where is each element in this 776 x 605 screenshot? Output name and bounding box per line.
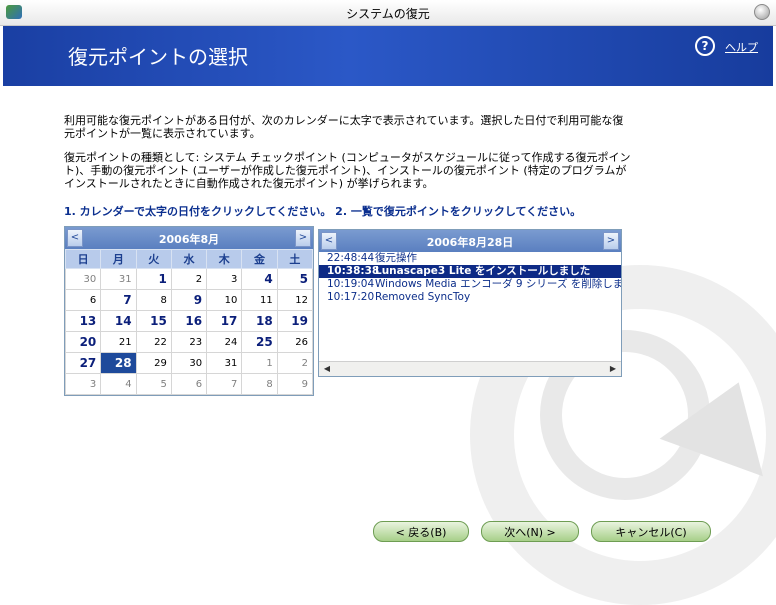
restore-point-item[interactable]: 22:48:44復元操作	[319, 252, 621, 265]
calendar-weekday-header: 月	[100, 249, 137, 269]
description-paragraph-2: 復元ポイントの種類として: システム チェックポイント (コンピュータがスケジュ…	[64, 151, 631, 190]
scroll-left-icon[interactable]: ◀	[321, 363, 333, 375]
calendar-day[interactable]: 4	[241, 268, 278, 290]
calendar-month-label: 2006年8月	[158, 233, 220, 246]
calendar-week-row: 3456789	[64, 373, 314, 395]
calendar-day[interactable]: 31	[100, 268, 137, 290]
window-title: システムの復元	[346, 7, 430, 21]
calendar-day[interactable]: 29	[135, 352, 172, 374]
calendar-day[interactable]: 30	[64, 268, 102, 290]
calendar-day[interactable]: 30	[170, 352, 208, 374]
calendar-day[interactable]: 4	[100, 373, 137, 395]
calendar-day[interactable]: 6	[64, 289, 102, 311]
calendar-day[interactable]: 9	[170, 289, 208, 311]
calendar-day[interactable]: 22	[135, 331, 172, 353]
help-link[interactable]: ヘルプ	[725, 39, 758, 55]
restore-list-next-day-button[interactable]: >	[603, 232, 619, 250]
restore-point-description: Lunascape3 Lite をインストールしました	[375, 265, 591, 277]
close-icon[interactable]	[754, 4, 770, 20]
restore-list-rows: 22:48:44復元操作 10:38:38Lunascape3 Lite をインス…	[319, 252, 621, 304]
calendar-weekday-header: 日	[64, 249, 102, 269]
calendar-weekday-header: 土	[276, 249, 314, 269]
restore-point-item[interactable]: 10:19:04Windows Media エンコーダ 9 シリーズ を削除しま…	[319, 278, 621, 291]
restore-point-time: 10:38:38	[327, 265, 380, 277]
restore-list-header: < 2006年8月28日 >	[319, 230, 621, 252]
calendar-day[interactable]: 26	[276, 331, 314, 353]
calendar-day[interactable]: 3	[64, 373, 102, 395]
restore-point-item[interactable]: 10:17:20Removed SyncToy	[319, 291, 621, 304]
calendar-day[interactable]: 17	[206, 310, 243, 332]
header-banner: 復元ポイントの選択 ? ヘルプ	[3, 26, 773, 86]
help-icon[interactable]: ?	[695, 36, 715, 56]
restore-point-time: 10:17:20	[327, 291, 375, 303]
restore-point-description: Windows Media エンコーダ 9 シリーズ を削除しました	[375, 278, 621, 290]
calendar-week-row: 6 7 8 9 10 11 12	[64, 289, 314, 311]
title-bar: システムの復元	[0, 0, 776, 26]
restore-point-time: 22:48:44	[327, 252, 375, 264]
calendar-week-row: 30 31 1 2 3 4 5	[64, 268, 314, 290]
calendar-day[interactable]: 28	[100, 352, 137, 374]
calendar-day[interactable]: 11	[241, 289, 278, 311]
calendar-day[interactable]: 7	[100, 289, 137, 311]
calendar-day[interactable]: 5	[276, 268, 314, 290]
calendar-week-row: 27 28 29 30 31 1 2	[64, 352, 314, 374]
calendar-day[interactable]: 8	[135, 289, 172, 311]
calendar-day[interactable]: 3	[206, 268, 243, 290]
calendar-day[interactable]: 31	[206, 352, 243, 374]
calendar-day[interactable]: 27	[64, 352, 102, 374]
calendar-day[interactable]: 5	[135, 373, 172, 395]
calendar-day[interactable]: 20	[64, 331, 102, 353]
calendar-day[interactable]: 1	[135, 268, 172, 290]
restore-point-list: < 2006年8月28日 > 22:48:44復元操作 10:38:38Lunas…	[318, 229, 622, 377]
restore-point-description: Removed SyncToy	[375, 291, 471, 303]
calendar-header: < 2006年8月 >	[65, 227, 313, 249]
calendar-day[interactable]: 23	[170, 331, 208, 353]
calendar-day[interactable]: 9	[276, 373, 314, 395]
description-paragraph-1: 利用可能な復元ポイントがある日付が、次のカレンダーに太字で表示されています。選択…	[64, 114, 624, 140]
back-button[interactable]: < 戻る(B)	[373, 521, 469, 542]
calendar-day[interactable]: 7	[206, 373, 243, 395]
horizontal-scrollbar[interactable]: ◀ ▶	[319, 361, 621, 376]
calendar-weekday-header: 木	[206, 249, 243, 269]
calendar-day[interactable]: 10	[206, 289, 243, 311]
calendar-day[interactable]: 15	[135, 310, 172, 332]
calendar-day[interactable]: 18	[241, 310, 278, 332]
calendar-day[interactable]: 24	[206, 331, 243, 353]
instruction-text: 1. カレンダーで太字の日付をクリックしてください。 2. 一覧で復元ポイントを…	[64, 205, 582, 218]
calendar-day[interactable]: 16	[170, 310, 208, 332]
restore-point-description: 復元操作	[375, 252, 417, 264]
calendar-day[interactable]: 2	[170, 268, 208, 290]
calendar-day[interactable]: 14	[100, 310, 137, 332]
calendar-weekday-header: 火	[135, 249, 172, 269]
calendar-day[interactable]: 19	[276, 310, 314, 332]
calendar-grid: 日月火水木金土 30 31 1 2 3 4 5 6 7 8 9 10 11 12 13 14 15 16 17 18 1…	[64, 249, 314, 395]
calendar: < 2006年8月 > 日月火水木金土 30 31 1 2 3 4 5 6 7 8 9 10 11 12 1…	[64, 226, 314, 396]
calendar-day[interactable]: 21	[100, 331, 137, 353]
next-button[interactable]: 次へ(N) >	[481, 521, 579, 542]
restore-list-date-label: 2006年8月28日	[426, 236, 514, 249]
calendar-day[interactable]: 8	[241, 373, 278, 395]
calendar-day[interactable]: 25	[241, 331, 278, 353]
restore-point-time: 10:19:04	[327, 278, 375, 290]
calendar-day[interactable]: 2	[276, 352, 314, 374]
calendar-week-row: 20 21 22 23 24 25 26	[64, 331, 314, 353]
restore-point-item[interactable]: 10:38:38Lunascape3 Lite をインストールしました	[319, 265, 621, 278]
calendar-day[interactable]: 1	[241, 352, 278, 374]
scroll-right-icon[interactable]: ▶	[607, 363, 619, 375]
page-title: 復元ポイントの選択	[68, 45, 248, 69]
calendar-day[interactable]: 13	[64, 310, 102, 332]
calendar-week-row: 13 14 15 16 17 18 19	[64, 310, 314, 332]
calendar-day[interactable]: 6	[170, 373, 208, 395]
calendar-weekday-header: 水	[170, 249, 208, 269]
calendar-weekday-header: 金	[241, 249, 278, 269]
calendar-day[interactable]: 12	[276, 289, 314, 311]
cancel-button[interactable]: キャンセル(C)	[591, 521, 711, 542]
calendar-next-month-button[interactable]: >	[295, 229, 311, 247]
